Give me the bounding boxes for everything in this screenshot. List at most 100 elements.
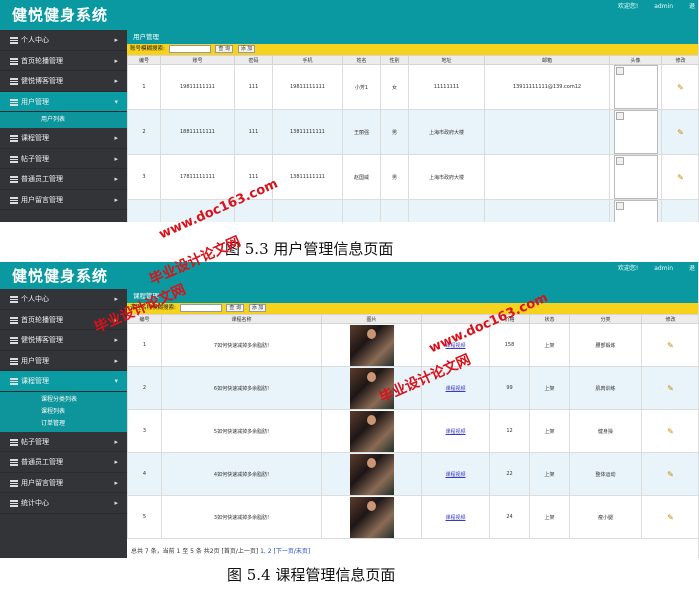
cell-price: 24 bbox=[489, 495, 530, 539]
sidebar-item[interactable]: 课程管理 ▾ bbox=[0, 371, 127, 392]
add-button[interactable]: 添 加 bbox=[237, 44, 256, 53]
column-header: 编号 bbox=[127, 314, 162, 324]
sidebar-item[interactable]: 首页轮播管理 ▸ bbox=[0, 310, 127, 330]
cell-avatar bbox=[609, 64, 662, 110]
logout-link[interactable]: 退 bbox=[689, 265, 695, 272]
sidebar: 个人中心 ▸ 首页轮播管理 ▸ 健悦博客管理 ▸ 用户管理 ▸ 课程管理 ▾ 课程分类列表 课程列表订… bbox=[0, 289, 127, 558]
cell-video: 课程视频 bbox=[421, 452, 490, 496]
add-button[interactable]: 添 加 bbox=[248, 303, 267, 312]
course-video-link[interactable]: 课程视频 bbox=[445, 386, 465, 392]
caret-right-icon: ▸ bbox=[114, 499, 118, 507]
search-label: 课程名称模糊搜索: bbox=[130, 305, 176, 311]
database-icon bbox=[10, 378, 18, 385]
search-input[interactable] bbox=[179, 303, 222, 312]
database-icon bbox=[10, 357, 18, 365]
welcome-text: 欢迎您! bbox=[617, 3, 639, 10]
sidebar-item-label: 用户留言管理 bbox=[21, 195, 63, 204]
user-table: 编号 账号 密码 手机 姓名 性别 地址 邮箱 头像 修改 1 19811111111 111 1981… bbox=[127, 55, 698, 222]
main-content: 课程管理 课程名称模糊搜索: 查 询 添 加 编号 课程名称 图片 价格 状态 分类 修改 … bbox=[127, 289, 698, 558]
course-management-screenshot: 健悦健身系统 欢迎您! admin 退 个人中心 ▸ 首页轮播管理 ▸ 健悦博客管理 ▸ 用… bbox=[0, 262, 699, 558]
column-header: 图片 bbox=[321, 314, 422, 324]
sidebar-item-label: 用户留言管理 bbox=[21, 478, 63, 487]
submenu: 课程分类列表 课程列表 订单管理 bbox=[0, 391, 127, 432]
pencil-icon[interactable]: ✎ bbox=[677, 83, 684, 92]
sidebar-item[interactable]: 帖子管理 ▸ bbox=[0, 149, 127, 169]
submenu-item[interactable]: 用户列表 bbox=[0, 114, 127, 126]
cell-status: 上架 bbox=[529, 409, 570, 453]
caret-right-icon: ▸ bbox=[114, 356, 118, 365]
column-header: 状态 bbox=[529, 314, 570, 324]
caret-right-icon: ▸ bbox=[114, 154, 118, 163]
sidebar-item[interactable]: 健悦博客管理 ▸ bbox=[0, 71, 127, 92]
sidebar-item[interactable]: 统计中心 ▸ bbox=[0, 493, 127, 514]
search-input[interactable] bbox=[168, 44, 211, 53]
submenu-item[interactable]: 课程分类列表 bbox=[0, 394, 127, 406]
sidebar-item-label: 课程管理 bbox=[21, 377, 49, 385]
sidebar-item[interactable]: 个人中心 ▸ bbox=[0, 289, 127, 310]
cell-phone bbox=[272, 199, 343, 222]
cell-status: 上架 bbox=[529, 366, 570, 410]
cell-category: 肌肉训练 bbox=[569, 366, 642, 410]
top-right-info: 欢迎您! admin 退 bbox=[604, 1, 695, 10]
pager-next[interactable]: [下一页/末页] bbox=[274, 548, 311, 555]
sidebar-item[interactable]: 课程管理 ▸ bbox=[0, 128, 127, 149]
database-icon bbox=[10, 316, 18, 324]
cell-edit: ✎ bbox=[641, 452, 698, 496]
database-icon bbox=[10, 57, 18, 65]
cell-id: 2 bbox=[127, 109, 161, 155]
user-link[interactable]: admin bbox=[654, 265, 673, 272]
course-video-link[interactable]: 课程视频 bbox=[445, 343, 465, 349]
pencil-icon[interactable]: ✎ bbox=[667, 427, 674, 436]
column-header: 手机 bbox=[272, 55, 343, 65]
sidebar-item[interactable]: 用户留言管理 ▸ bbox=[0, 190, 127, 210]
course-video-link[interactable]: 课程视频 bbox=[445, 515, 465, 521]
sidebar-item[interactable]: 用户管理 ▸ bbox=[0, 351, 127, 371]
logout-link[interactable]: 退 bbox=[689, 3, 695, 10]
top-bar: 健悦健身系统 欢迎您! admin 退 bbox=[0, 262, 698, 289]
column-header: 修改 bbox=[661, 55, 698, 65]
submenu-item[interactable]: 课程列表 bbox=[0, 406, 127, 418]
course-photo bbox=[349, 324, 394, 366]
column-header: 账号 bbox=[160, 55, 235, 65]
sidebar-item[interactable]: 用户留言管理 ▸ bbox=[0, 473, 127, 493]
cell-email bbox=[484, 154, 610, 200]
figure-caption-5-3: 图 5.3 用户管理信息页面 bbox=[225, 240, 394, 258]
cell-id bbox=[127, 199, 161, 222]
pencil-icon[interactable]: ✎ bbox=[667, 470, 674, 479]
course-video-link[interactable]: 课程视频 bbox=[445, 472, 465, 478]
sidebar-item-label: 首页轮播管理 bbox=[21, 56, 63, 65]
sidebar-item[interactable]: 帖子管理 ▸ bbox=[0, 432, 127, 452]
pencil-icon[interactable]: ✎ bbox=[677, 173, 684, 182]
pencil-icon[interactable]: ✎ bbox=[667, 341, 674, 350]
database-icon bbox=[10, 196, 18, 204]
sidebar-item[interactable]: 个人中心 ▸ bbox=[0, 30, 127, 51]
cell-email: 13911111111@139.com12 bbox=[484, 64, 610, 110]
table-row bbox=[127, 199, 698, 222]
top-right-info: 欢迎您! admin 退 bbox=[604, 263, 695, 272]
sidebar-item[interactable]: 首页轮播管理 ▸ bbox=[0, 51, 127, 71]
search-button[interactable]: 查 询 bbox=[226, 303, 244, 312]
cell-status: 上架 bbox=[529, 452, 570, 496]
pencil-icon[interactable]: ✎ bbox=[667, 513, 674, 522]
search-button[interactable]: 查 询 bbox=[215, 44, 233, 53]
pencil-icon[interactable]: ✎ bbox=[677, 128, 684, 137]
cell-category: 腰部锻炼 bbox=[569, 323, 642, 367]
sidebar-item[interactable]: 普通员工管理 ▸ bbox=[0, 452, 127, 473]
sidebar-item[interactable]: 健悦博客管理 ▸ bbox=[0, 330, 127, 351]
cell-password: 111 bbox=[234, 64, 273, 110]
sidebar-item[interactable]: 用户管理 ▾ bbox=[0, 91, 127, 112]
column-header: 性别 bbox=[380, 55, 409, 65]
sidebar-item-label: 健悦博客管理 bbox=[21, 77, 63, 85]
course-video-link[interactable]: 课程视频 bbox=[445, 429, 465, 435]
submenu-item[interactable]: 订单管理 bbox=[0, 418, 127, 430]
cell-course-name: 3如何快速减掉多余脂肪! bbox=[161, 495, 322, 539]
cell-gender: 男 bbox=[380, 109, 409, 155]
user-link[interactable]: admin bbox=[654, 3, 673, 10]
pager-pages[interactable]: 1, 2 bbox=[260, 548, 271, 555]
cell-price: 158 bbox=[489, 323, 530, 367]
database-icon bbox=[10, 337, 18, 344]
cell-avatar bbox=[609, 109, 662, 155]
sidebar-item[interactable]: 普通员工管理 ▸ bbox=[0, 169, 127, 190]
pencil-icon[interactable]: ✎ bbox=[667, 384, 674, 393]
database-icon bbox=[10, 296, 18, 303]
